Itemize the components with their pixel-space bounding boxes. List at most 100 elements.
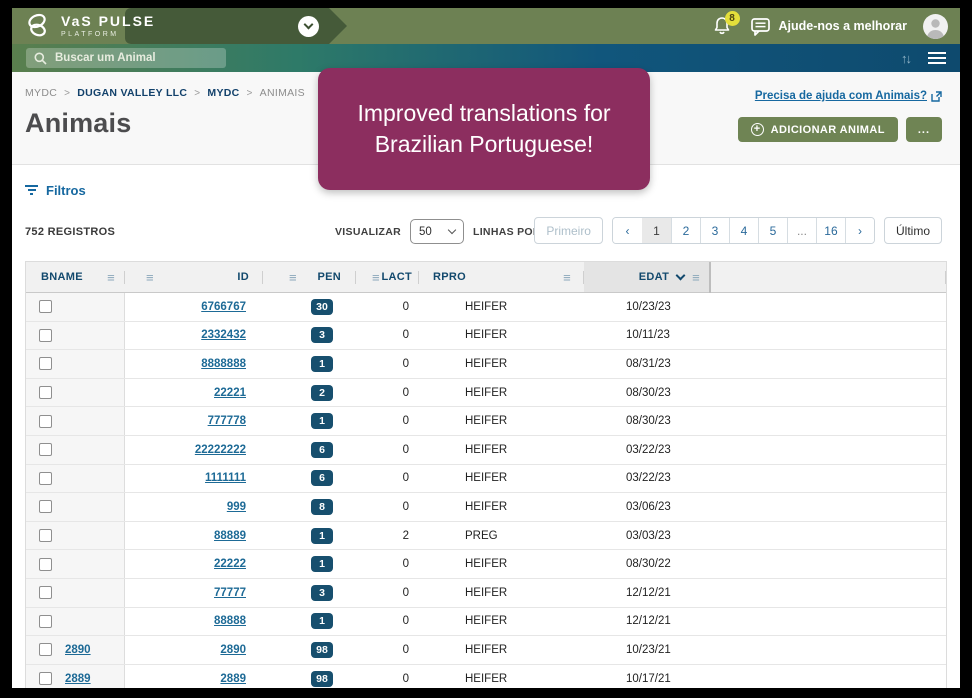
animal-id-link[interactable]: 88889 [214,530,246,542]
lact-cell: 0 [356,493,419,521]
first-page-button[interactable]: Primeiro [534,217,603,244]
page-size-select[interactable]: 50 [410,219,464,244]
rpro-value: HEIFER [465,329,507,341]
row-checkbox[interactable] [39,472,52,485]
environment-tab[interactable] [125,8,347,44]
row-checkbox[interactable] [39,529,52,542]
records-row: 752 REGISTROS VISUALIZAR 50 LINHAS POR P… [12,209,960,261]
row-checkbox[interactable] [39,300,52,313]
more-actions-button[interactable]: ... [906,117,942,142]
animal-id-link[interactable]: 2890 [220,644,246,656]
filler-cell [711,350,946,378]
next-page-button[interactable]: › [845,218,874,243]
breadcrumb-item-dugan-valley[interactable]: DUGAN VALLEY LLC [77,87,187,99]
column-header-edat-sorted[interactable]: EDAT ≡ [584,262,711,292]
breadcrumb-item-mydc2[interactable]: MYDC [207,87,239,99]
bname-cell [26,608,125,636]
edat-value: 03/06/23 [626,501,671,513]
pen-cell: 3 [263,579,356,607]
animal-id-link[interactable]: 22222222 [195,444,246,456]
page-button-16[interactable]: 16 [816,218,845,243]
column-header-id[interactable]: ≡ ID [125,262,263,292]
row-checkbox[interactable] [39,615,52,628]
row-checkbox[interactable] [39,415,52,428]
rpro-value: HEIFER [465,644,507,656]
pen-badge: 1 [311,556,333,572]
lact-value: 0 [403,558,409,570]
table-row: 22221 2 0 HEIFER 08/30/23 [26,379,946,408]
notifications-button[interactable]: 8 [712,15,734,37]
edat-value: 12/12/21 [626,615,671,627]
sort-order-icon[interactable]: ↑↓ [901,51,910,66]
last-page-button[interactable]: Último [884,217,942,244]
rpro-cell: HEIFER [419,608,584,636]
user-avatar-button[interactable] [923,14,948,39]
filler-cell [711,550,946,578]
feedback-button[interactable]: Ajude-nos a melhorar [750,17,908,36]
column-header-rpro[interactable]: RPRO ≡ [419,262,584,292]
edat-value: 12/12/21 [626,587,671,599]
pen-cell: 1 [263,407,356,435]
lact-value: 0 [403,644,409,656]
column-header-pen[interactable]: ≡ PEN [263,262,356,292]
animal-id-link[interactable]: 777778 [208,415,246,427]
table-row: 88889 1 2 PREG 03/03/23 [26,522,946,551]
menu-button[interactable] [928,52,946,64]
rpro-cell: HEIFER [419,550,584,578]
id-cell: 999 [125,493,263,521]
chevron-down-icon [448,226,456,234]
column-menu-icon[interactable]: ≡ [146,270,154,285]
column-menu-icon[interactable]: ≡ [372,270,380,285]
animal-id-link[interactable]: 77777 [214,587,246,599]
add-animal-button[interactable]: + ADICIONAR ANIMAL [738,117,898,142]
row-checkbox[interactable] [39,386,52,399]
page-button-5[interactable]: 5 [758,218,787,243]
row-checkbox[interactable] [39,643,52,656]
column-menu-icon[interactable]: ≡ [289,270,297,285]
search-input[interactable] [55,52,205,64]
edat-cell: 03/22/23 [584,465,711,493]
page-button-4[interactable]: 4 [729,218,758,243]
row-checkbox[interactable] [39,329,52,342]
animal-id-link[interactable]: 999 [227,501,246,513]
column-menu-icon[interactable]: ≡ [692,270,700,285]
column-menu-icon[interactable]: ≡ [563,270,571,285]
rpro-value: HEIFER [465,444,507,456]
column-header-bname[interactable]: BNAME ≡ [26,262,125,292]
brand-logo[interactable]: VaS PULSE PLATFORM [24,11,155,41]
animal-id-link[interactable]: 2889 [220,673,246,685]
help-link[interactable]: Precisa de ajuda com Animais? [755,90,942,102]
animal-id-link[interactable]: 22221 [214,387,246,399]
bname-link[interactable]: 2889 [65,673,91,685]
animal-id-link[interactable]: 22222 [214,558,246,570]
row-checkbox[interactable] [39,586,52,599]
page-button-2[interactable]: 2 [671,218,700,243]
pen-badge: 1 [311,356,333,372]
animal-id-link[interactable]: 88888 [214,615,246,627]
pen-badge: 6 [311,470,333,486]
animal-id-link[interactable]: 2332432 [201,329,246,341]
row-checkbox[interactable] [39,443,52,456]
rpro-value: HEIFER [465,301,507,313]
id-cell: 22222 [125,550,263,578]
animal-id-link[interactable]: 6766767 [201,301,246,313]
prev-page-button[interactable]: ‹ [613,218,642,243]
environment-dropdown-button[interactable] [298,16,319,37]
filler-cell [711,608,946,636]
row-checkbox[interactable] [39,558,52,571]
row-checkbox[interactable] [39,357,52,370]
animal-id-link[interactable]: 8888888 [201,358,246,370]
row-checkbox[interactable] [39,500,52,513]
bname-cell [26,579,125,607]
animal-id-link[interactable]: 1111111 [205,472,246,484]
pen-badge: 8 [311,499,333,515]
bname-link[interactable]: 2890 [65,644,91,656]
page-button-3[interactable]: 3 [700,218,729,243]
animal-search-box[interactable] [26,48,226,68]
bname-cell [26,350,125,378]
page-button-1[interactable]: 1 [642,218,671,243]
column-menu-icon[interactable]: ≡ [107,270,115,285]
filters-toggle[interactable]: Filtros [25,183,86,198]
column-header-lact[interactable]: ≡ LACT [356,262,419,292]
row-checkbox[interactable] [39,672,52,685]
